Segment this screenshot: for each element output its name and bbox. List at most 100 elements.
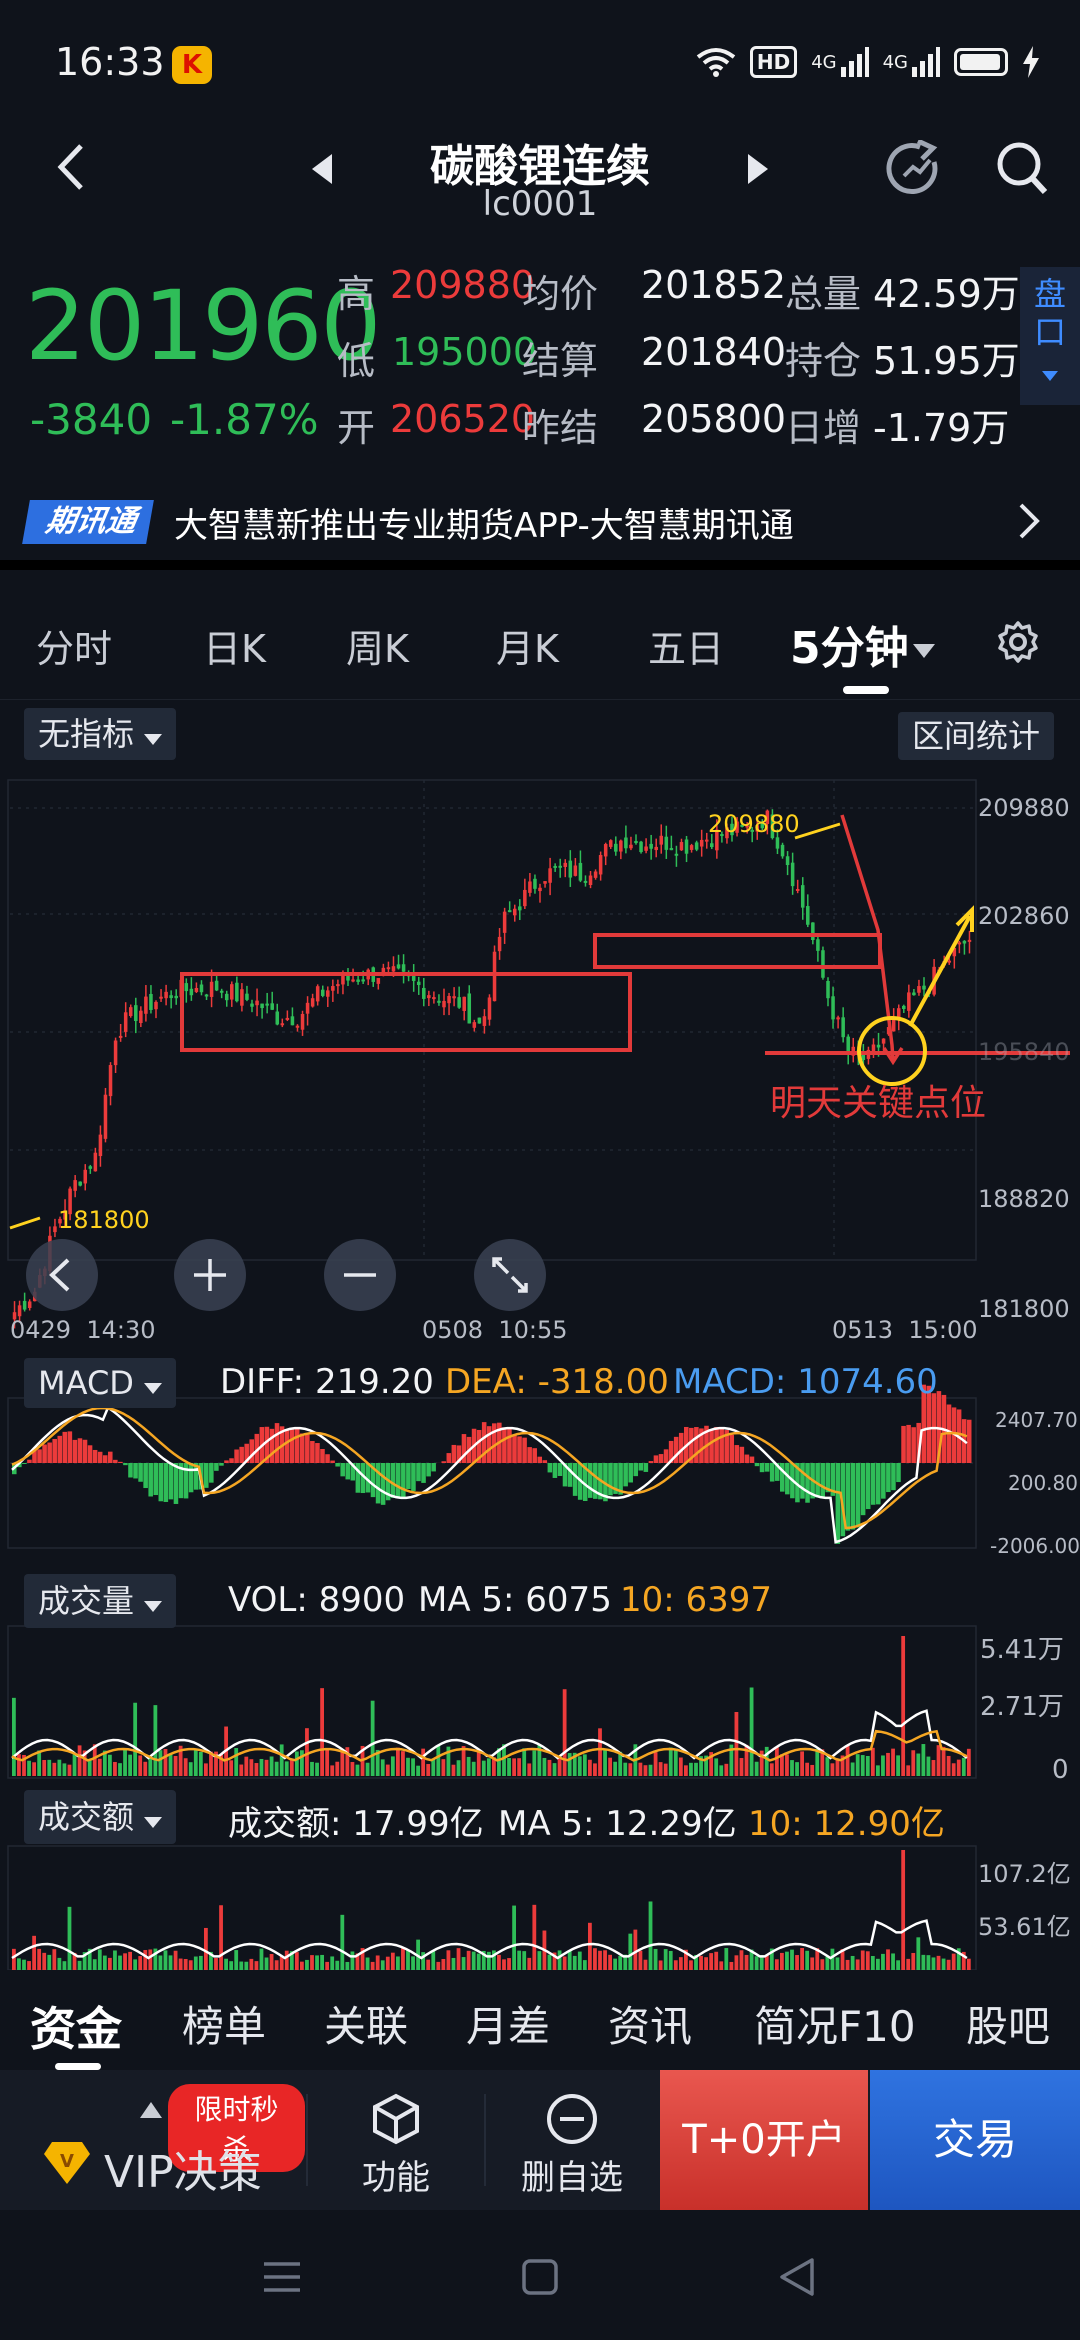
vol-label: VOL:: [228, 1580, 319, 1620]
vip-label: VIP决策: [104, 2147, 262, 2198]
candle-body: [502, 911, 507, 933]
amount-bar: [310, 1955, 314, 1970]
indicator-dropdown[interactable]: 无指标: [24, 708, 177, 760]
tab-daily-k[interactable]: 日K: [203, 618, 266, 673]
macd-bar: [739, 1446, 745, 1463]
volume-bar: [901, 1636, 906, 1776]
tab-five-day[interactable]: 五日: [648, 618, 724, 673]
tab-minute[interactable]: 分时: [36, 618, 112, 673]
amount-bar: [673, 1960, 678, 1970]
amount-bar: [916, 1937, 921, 1970]
candle-body: [497, 936, 502, 952]
remove-watchlist-button[interactable]: 删自选: [486, 2070, 658, 2210]
amount-bar: [269, 1954, 274, 1970]
chart-area: 无指标 区间统计 209880 181800 明天关键点位 209880 202…: [0, 700, 1080, 1970]
candle-body: [88, 1166, 93, 1169]
macd-bar: [219, 1463, 224, 1466]
btab-month-spread[interactable]: 月差: [466, 1993, 550, 2054]
system-icons: HD 4G 4G: [696, 46, 1040, 78]
candle-body: [144, 996, 148, 1014]
amount-bar: [911, 1952, 916, 1970]
home-icon[interactable]: [521, 2258, 559, 2296]
trade-button[interactable]: 交易: [870, 2070, 1080, 2210]
candle-body: [199, 984, 204, 993]
amount-bar: [193, 1956, 198, 1970]
zoom-in-button[interactable]: [174, 1239, 246, 1311]
macd-bar: [234, 1449, 239, 1463]
macd-bar: [608, 1463, 613, 1496]
next-contract-icon[interactable]: [746, 152, 770, 186]
candle-body: [816, 939, 820, 951]
amount-bar: [456, 1948, 461, 1970]
amount-bar: [790, 1949, 794, 1970]
volume-bar: [108, 1754, 112, 1776]
volume-bar: [62, 1763, 67, 1776]
macd-bar: [552, 1463, 558, 1478]
daily-inc-value: -1.79万: [873, 406, 1010, 450]
zoom-out-button[interactable]: [324, 1239, 396, 1311]
candle-body: [214, 980, 219, 991]
function-button[interactable]: 功能: [308, 2070, 484, 2210]
macd-dea: DEA: -318.00: [445, 1362, 669, 1402]
refresh-icon[interactable]: [884, 140, 942, 198]
btab-funds[interactable]: 资金: [30, 1993, 122, 2059]
search-icon[interactable]: [995, 140, 1049, 198]
volume-dropdown[interactable]: 成交量: [24, 1574, 177, 1628]
high-annotation: 209880: [708, 810, 800, 838]
amount-bar: [966, 1958, 971, 1970]
macd-bar: [269, 1428, 275, 1463]
candle-body: [912, 992, 916, 996]
amount-bar: [522, 1951, 527, 1970]
tab-weekly-k[interactable]: 周K: [346, 618, 409, 673]
macd-dropdown[interactable]: MACD: [24, 1358, 177, 1408]
vip-decision-button[interactable]: 限时秒杀 V VIP决策: [0, 2070, 305, 2210]
btab-news[interactable]: 资讯: [608, 1993, 692, 2054]
amount-bar: [476, 1953, 481, 1970]
btab-rankings[interactable]: 榜单: [182, 1993, 266, 2054]
candle-body: [128, 1007, 133, 1017]
btab-f10[interactable]: 简况F10: [754, 1993, 916, 2054]
macd-bar: [204, 1463, 209, 1488]
amt-ma10-value: 12.90亿: [813, 1804, 945, 1844]
candle-body: [401, 964, 406, 972]
amount-bar: [396, 1956, 400, 1970]
amount-bar: [279, 1956, 284, 1970]
volume-bar: [183, 1758, 188, 1776]
chart-back-button[interactable]: [26, 1239, 98, 1311]
amount-bar: [936, 1955, 941, 1970]
volume-bar: [143, 1761, 148, 1776]
candle-body: [533, 878, 537, 889]
candle-body: [245, 993, 249, 1000]
candle-body: [785, 856, 790, 866]
candle-body: [447, 995, 451, 1004]
amount-bar: [330, 1956, 335, 1970]
volume-bar: [678, 1757, 683, 1776]
open-account-button[interactable]: T+0开户: [660, 2070, 868, 2210]
tab-monthly-k[interactable]: 月K: [496, 618, 559, 673]
amount-bar: [133, 1959, 138, 1970]
menu-icon[interactable]: [262, 2260, 302, 2294]
volume-bar: [754, 1761, 759, 1776]
btab-forum[interactable]: 股吧: [966, 1993, 1050, 2054]
amount-bar: [234, 1950, 239, 1970]
low-leader-line: [9, 1216, 41, 1230]
volume-bar: [350, 1762, 355, 1776]
amount-dropdown[interactable]: 成交额: [24, 1790, 177, 1844]
amount-bar: [734, 1955, 739, 1970]
volume-bar: [436, 1745, 441, 1776]
macd-bar: [709, 1429, 714, 1463]
back-nav-icon[interactable]: [778, 2256, 816, 2298]
macd-value: MACD: 1074.60: [673, 1362, 938, 1402]
pankou-button[interactable]: 盘口: [1020, 267, 1080, 405]
interval-stats-button[interactable]: 区间统计: [898, 712, 1055, 760]
volume-bar: [416, 1765, 420, 1776]
news-banner[interactable]: 期讯通 大智慧新推出专业期货APP-大智慧期讯通: [0, 470, 1080, 570]
tab-5min[interactable]: 5分钟: [790, 612, 935, 676]
amount-bar: [143, 1950, 148, 1970]
diff-label: DIFF:: [220, 1362, 315, 1402]
btab-related[interactable]: 关联: [324, 1993, 408, 2054]
fullscreen-button[interactable]: [474, 1239, 546, 1311]
gear-icon[interactable]: [996, 620, 1040, 664]
volume-bar: [577, 1756, 582, 1776]
prev-settle-label: 昨结: [522, 406, 599, 450]
